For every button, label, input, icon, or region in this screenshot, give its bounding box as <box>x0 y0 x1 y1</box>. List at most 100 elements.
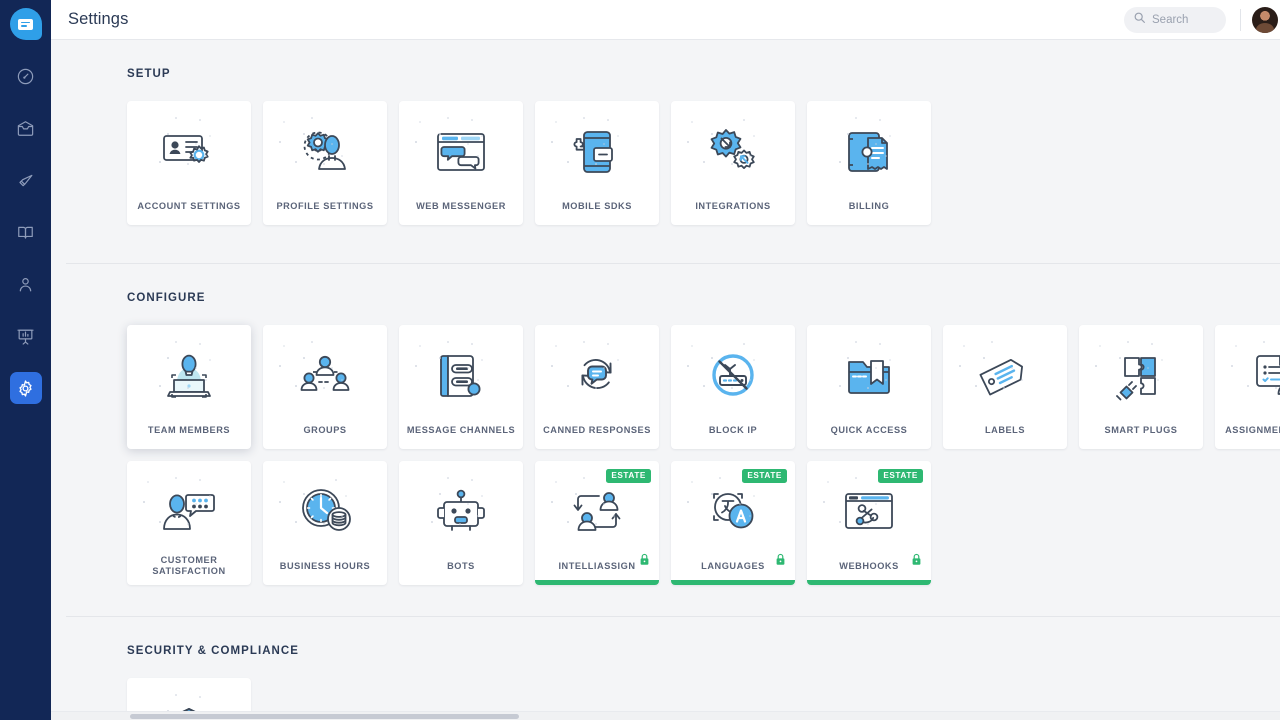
plan-badge: ESTATE <box>742 469 787 483</box>
settings-card-profile-settings[interactable]: PROFILE SETTINGS <box>263 101 387 225</box>
settings-card-label: BUSINESS HOURS <box>279 560 371 571</box>
sidebar-item-knowledge-base[interactable] <box>10 216 42 248</box>
top-bar: Settings Search <box>51 0 1280 40</box>
scrollbar-thumb[interactable] <box>130 714 519 719</box>
settings-card-label: CANNED RESPONSES <box>543 424 651 435</box>
section-title-setup: SETUP <box>127 68 171 80</box>
search-icon <box>1133 11 1146 29</box>
settings-card-integrations[interactable]: INTEGRATIONS <box>671 101 795 225</box>
settings-card-labels[interactable]: LABELS <box>943 325 1067 449</box>
search-placeholder: Search <box>1152 13 1189 26</box>
settings-card-label: SMART PLUGS <box>1104 424 1178 435</box>
gauge-icon <box>16 67 35 86</box>
settings-card-canned-responses[interactable]: CANNED RESPONSES <box>535 325 659 449</box>
people-network-icon <box>288 347 362 405</box>
card-row-configure-2: CUSTOMER SATISFACTION BUSINESS HOURS BOT… <box>127 461 1280 585</box>
lock-icon <box>775 553 786 571</box>
card-row-setup-1: ACCOUNT SETTINGS PROFILE SETTINGS WEB ME… <box>127 101 1280 225</box>
puzzle-plug-icon <box>1104 347 1178 405</box>
gear-icon <box>16 379 35 398</box>
chat-bubble-logo <box>18 18 33 30</box>
settings-card-label: PROFILE SETTINGS <box>276 200 374 211</box>
lock-icon <box>639 553 650 571</box>
settings-card-label: MOBILE SDKS <box>562 200 632 211</box>
book-icon <box>16 223 35 242</box>
settings-card-label: ACCOUNT SETTINGS <box>137 200 241 211</box>
settings-card-label: ASSIGNMENT RULES <box>1225 424 1280 435</box>
sidebar-item-contacts[interactable] <box>10 268 42 300</box>
user-avatar[interactable] <box>1252 6 1278 33</box>
settings-card-label: INTEGRATIONS <box>695 200 771 211</box>
chat-refresh-icon <box>560 347 634 405</box>
robot-icon <box>424 483 498 541</box>
settings-card-team-members[interactable]: TEAM MEMBERS <box>127 325 251 449</box>
settings-card-languages[interactable]: ESTATE LANGUAGES <box>671 461 795 585</box>
settings-card-web-messenger[interactable]: WEB MESSENGER <box>399 101 523 225</box>
left-nav-rail <box>0 0 51 720</box>
presentation-chart-icon <box>16 327 35 346</box>
card-row-configure-1: TEAM MEMBERS GROUPS MESSAGE CHANNELS CAN… <box>127 325 1280 449</box>
profile-gear-icon <box>288 123 362 181</box>
plan-badge: ESTATE <box>606 469 651 483</box>
settings-card-label: MESSAGE CHANNELS <box>406 424 516 435</box>
app-logo[interactable] <box>9 8 42 40</box>
search-input[interactable]: Search <box>1124 6 1226 33</box>
settings-card-quick-access[interactable]: QUICK ACCESS <box>807 325 931 449</box>
settings-card-account-settings[interactable]: ACCOUNT SETTINGS <box>127 101 251 225</box>
settings-card-customer-satisfaction[interactable]: CUSTOMER SATISFACTION <box>127 461 251 585</box>
clock-coins-icon <box>288 483 362 541</box>
id-card-gear-icon <box>152 123 226 181</box>
inbox-icon <box>16 119 35 138</box>
mobile-puzzle-icon <box>560 123 634 181</box>
topbar-actions: Search <box>1124 6 1280 33</box>
settings-card-mobile-sdks[interactable]: MOBILE SDKS <box>535 101 659 225</box>
topbar-divider <box>1240 8 1241 31</box>
settings-card-block-ip[interactable]: BLOCK IP <box>671 325 795 449</box>
settings-card-bots[interactable]: BOTS <box>399 461 523 585</box>
sidebar-item-reports[interactable] <box>10 320 42 352</box>
sidebar-item-settings[interactable] <box>9 372 42 404</box>
settings-card-intelliassign[interactable]: ESTATE INTELLIASSIGN <box>535 461 659 585</box>
settings-card-smart-plugs[interactable]: SMART PLUGS <box>1079 325 1203 449</box>
plan-badge: ESTATE <box>878 469 923 483</box>
settings-card-label: TEAM MEMBERS <box>147 424 231 435</box>
settings-card-label: WEB MESSENGER <box>416 200 506 211</box>
settings-card-label: LABELS <box>984 424 1026 435</box>
settings-card-message-channels[interactable]: MESSAGE CHANNELS <box>399 325 523 449</box>
settings-card-label: CUSTOMER SATISFACTION <box>152 555 226 576</box>
page-title: Settings <box>68 10 129 28</box>
settings-card-groups[interactable]: GROUPS <box>263 325 387 449</box>
folder-bookmark-icon <box>832 347 906 405</box>
browser-chat-icon <box>424 123 498 181</box>
invoice-coin-icon <box>832 123 906 181</box>
router-blocked-icon <box>696 347 770 405</box>
person-icon <box>16 275 35 294</box>
horizontal-scrollbar[interactable] <box>51 711 1280 720</box>
lock-icon <box>911 553 922 571</box>
settings-card-webhooks[interactable]: ESTATE WEBHOOKS <box>807 461 931 585</box>
webhook-browser-icon <box>832 483 906 541</box>
person-laptop-icon <box>152 347 226 405</box>
settings-card-label: BLOCK IP <box>708 424 758 435</box>
person-rating-icon <box>152 483 226 541</box>
settings-card-label: QUICK ACCESS <box>830 424 908 435</box>
settings-scroll-area[interactable]: SETUP ACCOUNT SETTINGS PROFILE SETTINGS … <box>51 40 1280 720</box>
gears-arrows-icon <box>696 123 770 181</box>
settings-card-label: GROUPS <box>303 424 347 435</box>
section-title-security: SECURITY & COMPLIANCE <box>127 645 299 657</box>
settings-card-business-hours[interactable]: BUSINESS HOURS <box>263 461 387 585</box>
sidebar-item-dashboard[interactable] <box>10 60 42 92</box>
sidebar-item-campaigns[interactable] <box>10 164 42 196</box>
settings-card-label: BOTS <box>447 560 475 571</box>
settings-card-label: BILLING <box>848 200 890 211</box>
settings-card-assignment-rules[interactable]: ASSIGNMENT RULES <box>1215 325 1280 449</box>
document-person-arrow-icon <box>1240 347 1280 405</box>
sidebar-item-inbox[interactable] <box>10 112 42 144</box>
assign-loop-icon <box>560 483 634 541</box>
channel-list-icon <box>424 347 498 405</box>
megaphone-icon <box>16 171 35 190</box>
settings-card-billing[interactable]: BILLING <box>807 101 931 225</box>
section-title-configure: CONFIGURE <box>127 292 206 304</box>
tag-icon <box>968 347 1042 405</box>
translate-icon <box>696 483 770 541</box>
